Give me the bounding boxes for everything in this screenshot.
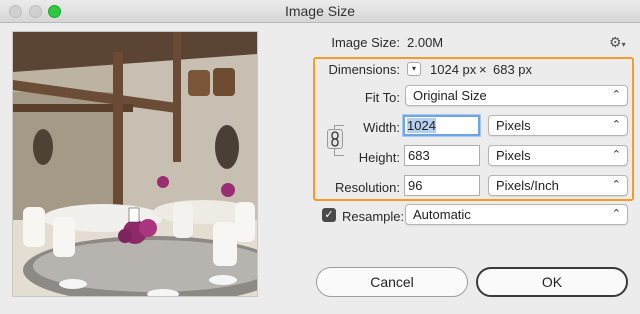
ok-button[interactable]: OK <box>476 267 628 297</box>
cancel-button[interactable]: Cancel <box>316 267 468 297</box>
resolution-input[interactable]: 96 <box>404 175 480 196</box>
title-bar: Image Size <box>0 0 640 23</box>
resample-checkbox[interactable]: ✓ <box>322 208 336 222</box>
width-unit-select[interactable]: Pixels ⌃ <box>488 115 628 136</box>
dimensions-height-value: 683 px <box>493 62 533 77</box>
height-unit-value: Pixels <box>496 148 531 163</box>
resample-method-value: Automatic <box>413 207 471 222</box>
image-size-value: 2.00M <box>407 35 444 50</box>
resolution-input-value: 96 <box>408 178 423 193</box>
image-size-label: Image Size: <box>331 35 400 50</box>
dimensions-width-value: 1024 px <box>430 62 477 77</box>
dimensions-label: Dimensions: <box>328 62 400 77</box>
width-label: Width: <box>363 120 400 135</box>
width-input[interactable]: 1024 <box>403 115 480 136</box>
gear-icon[interactable]: ⚙▾ <box>609 34 629 50</box>
dimensions-times-sign: × <box>479 62 487 77</box>
chevron-updown-icon: ⌃ <box>611 119 621 131</box>
resolution-unit-value: Pixels/Inch <box>496 178 559 193</box>
chevron-updown-icon: ⌃ <box>611 89 621 101</box>
height-label: Height: <box>358 150 400 165</box>
chevron-updown-icon: ⌃ <box>611 149 621 161</box>
width-input-value: 1024 <box>407 118 436 133</box>
window-title: Image Size <box>284 3 356 19</box>
chevron-updown-icon: ⌃ <box>611 179 621 191</box>
dimensions-unit-dropdown[interactable]: ▾ <box>407 62 421 76</box>
width-unit-value: Pixels <box>496 118 531 133</box>
height-input[interactable]: 683 <box>404 145 480 166</box>
fit-to-select[interactable]: Original Size ⌃ <box>405 85 628 106</box>
resample-label: Resample: <box>342 209 405 224</box>
resolution-label: Resolution: <box>334 180 400 195</box>
fit-to-label: Fit To: <box>364 90 400 105</box>
height-input-value: 683 <box>408 148 430 163</box>
image-preview <box>12 31 258 297</box>
height-unit-select[interactable]: Pixels ⌃ <box>488 145 628 166</box>
resample-method-select[interactable]: Automatic ⌃ <box>405 204 628 225</box>
resolution-unit-select[interactable]: Pixels/Inch ⌃ <box>488 175 628 196</box>
fit-to-selected-value: Original Size <box>413 88 487 103</box>
chevron-updown-icon: ⌃ <box>611 208 621 220</box>
